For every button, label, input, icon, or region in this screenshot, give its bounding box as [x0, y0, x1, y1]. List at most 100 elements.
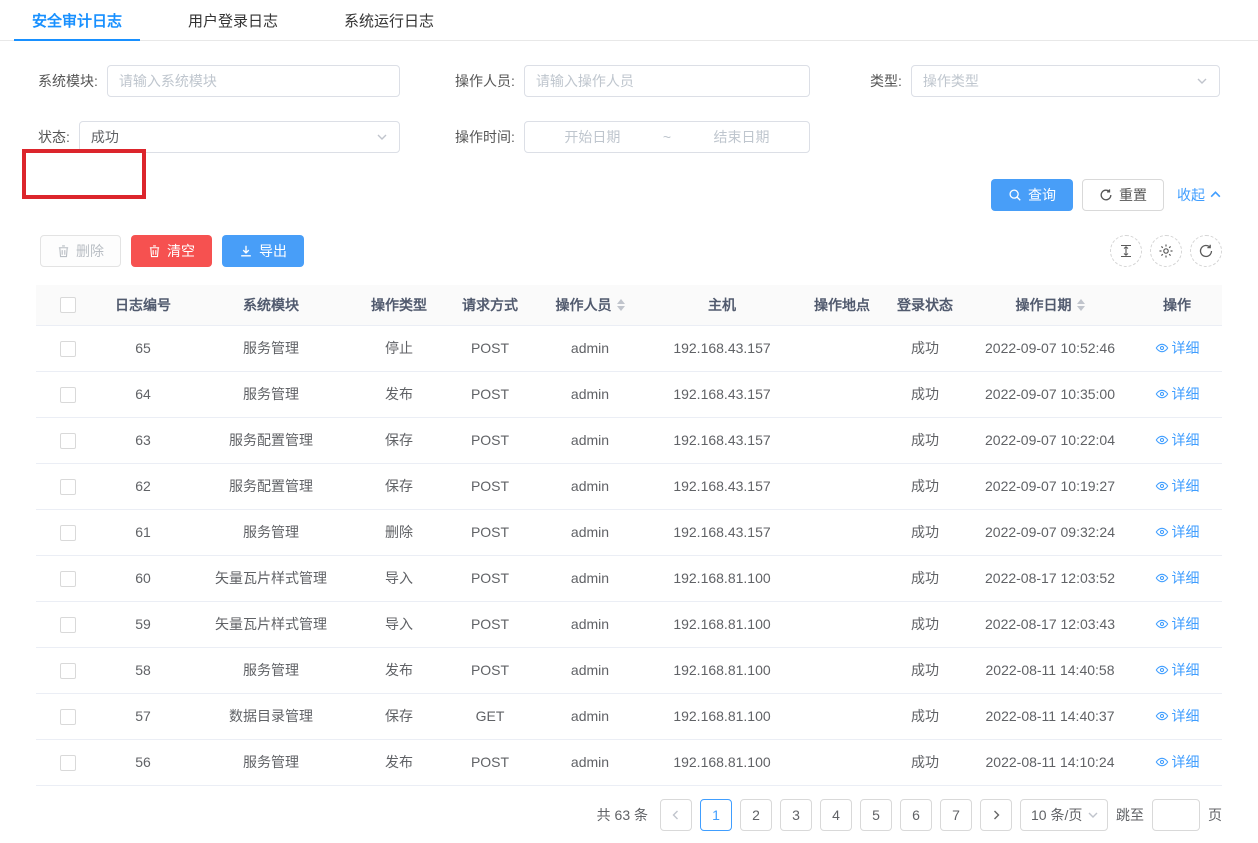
clear-button[interactable]: 清空: [131, 235, 212, 267]
row-checkbox[interactable]: [60, 479, 76, 495]
cell-location: [802, 601, 882, 647]
page-button-2[interactable]: 2: [740, 799, 772, 831]
detail-link[interactable]: 详细: [1155, 706, 1200, 726]
cell-id: 59: [100, 601, 186, 647]
status-label: 状态:: [38, 127, 70, 147]
cell-method: POST: [442, 601, 538, 647]
tab-system-run-log[interactable]: 系统运行日志: [326, 0, 452, 40]
status-select[interactable]: 成功: [79, 121, 400, 153]
column-header-label: 日志编号: [115, 295, 171, 315]
detail-link[interactable]: 详细: [1155, 752, 1200, 772]
page-button-1[interactable]: 1: [700, 799, 732, 831]
sort-icon[interactable]: [617, 299, 625, 311]
column-header-label: 操作地点: [814, 295, 870, 315]
page-button-5[interactable]: 5: [860, 799, 892, 831]
table-row: 58服务管理发布POSTadmin192.168.81.100成功2022-08…: [36, 647, 1222, 693]
delete-button[interactable]: 删除: [40, 235, 121, 267]
eye-icon: [1155, 571, 1169, 585]
chevron-right-icon: [990, 809, 1002, 821]
cell-host: 192.168.81.100: [642, 601, 802, 647]
cell-action: 详细: [1132, 325, 1222, 371]
row-checkbox[interactable]: [60, 663, 76, 679]
filter-system-module: 系统模块:: [38, 65, 400, 97]
detail-link[interactable]: 详细: [1155, 430, 1200, 450]
detail-link[interactable]: 详细: [1155, 384, 1200, 404]
cell-action: 详细: [1132, 601, 1222, 647]
cell-operator: admin: [538, 739, 642, 785]
type-select[interactable]: 操作类型: [911, 65, 1220, 97]
page-button-4[interactable]: 4: [820, 799, 852, 831]
detail-link[interactable]: 详细: [1155, 568, 1200, 588]
cell-method: POST: [442, 739, 538, 785]
cell-action: 详细: [1132, 371, 1222, 417]
row-checkbox[interactable]: [60, 387, 76, 403]
tab-security-audit-log[interactable]: 安全审计日志: [14, 0, 140, 40]
cell-action: 详细: [1132, 463, 1222, 509]
sort-icon[interactable]: [1077, 299, 1085, 311]
row-checkbox[interactable]: [60, 433, 76, 449]
detail-link[interactable]: 详细: [1155, 338, 1200, 358]
eye-icon: [1155, 709, 1169, 723]
eye-icon: [1155, 479, 1169, 493]
tab-user-login-log[interactable]: 用户登录日志: [170, 0, 296, 40]
collapse-link[interactable]: 收起: [1177, 185, 1222, 205]
filter-row-1: 系统模块: 操作人员: 类型: 操作类型: [38, 65, 1222, 97]
cell-op_type: 保存: [356, 417, 442, 463]
row-checkbox[interactable]: [60, 617, 76, 633]
row-checkbox-cell: [36, 463, 100, 509]
column-header-label: 主机: [708, 295, 736, 315]
eye-icon: [1155, 433, 1169, 447]
detail-link[interactable]: 详细: [1155, 522, 1200, 542]
cell-host: 192.168.43.157: [642, 463, 802, 509]
cell-module: 服务配置管理: [186, 463, 356, 509]
row-checkbox[interactable]: [60, 571, 76, 587]
log-table: 日志编号系统模块操作类型请求方式操作人员主机操作地点登录状态操作日期操作 65服…: [36, 285, 1222, 786]
page-button-6[interactable]: 6: [900, 799, 932, 831]
jump-page-input[interactable]: [1152, 799, 1200, 831]
row-density-button[interactable]: [1110, 235, 1142, 267]
export-button-label: 导出: [259, 241, 287, 261]
column-settings-button[interactable]: [1150, 235, 1182, 267]
cell-location: [802, 463, 882, 509]
detail-link[interactable]: 详细: [1155, 476, 1200, 496]
eye-icon: [1155, 755, 1169, 769]
refresh-table-button[interactable]: [1190, 235, 1222, 267]
table-row: 62服务配置管理保存POSTadmin192.168.43.157成功2022-…: [36, 463, 1222, 509]
reset-button-label: 重置: [1119, 185, 1147, 205]
page-button-3[interactable]: 3: [780, 799, 812, 831]
row-checkbox[interactable]: [60, 525, 76, 541]
row-checkbox-cell: [36, 325, 100, 371]
search-button[interactable]: 查询: [991, 179, 1073, 211]
clear-button-label: 清空: [167, 241, 195, 261]
date-range-picker[interactable]: 开始日期 ~ 结束日期: [524, 121, 810, 153]
operate-time-label: 操作时间:: [455, 127, 515, 147]
cell-op_type: 删除: [356, 509, 442, 555]
page-button-7[interactable]: 7: [940, 799, 972, 831]
detail-link[interactable]: 详细: [1155, 614, 1200, 634]
jump-label: 跳至: [1116, 805, 1144, 825]
column-header-operator[interactable]: 操作人员: [538, 285, 642, 325]
eye-icon: [1155, 341, 1169, 355]
cell-date: 2022-08-11 14:40:37: [968, 693, 1132, 739]
column-header-label: 操作人员: [556, 295, 612, 315]
row-checkbox[interactable]: [60, 341, 76, 357]
row-checkbox[interactable]: [60, 709, 76, 725]
table-row: 64服务管理发布POSTadmin192.168.43.157成功2022-09…: [36, 371, 1222, 417]
page-size-select[interactable]: 10 条/页: [1020, 799, 1108, 831]
pagination-total: 共 63 条: [597, 805, 648, 825]
cell-status: 成功: [882, 371, 968, 417]
system-module-input[interactable]: [119, 73, 388, 89]
operator-input[interactable]: [536, 73, 798, 89]
column-header-date[interactable]: 操作日期: [968, 285, 1132, 325]
reset-button[interactable]: 重置: [1082, 179, 1164, 211]
next-page-button[interactable]: [980, 799, 1012, 831]
select-all-checkbox[interactable]: [60, 297, 76, 313]
cell-operator: admin: [538, 555, 642, 601]
export-button[interactable]: 导出: [222, 235, 304, 267]
filter-status: 状态: 成功: [38, 121, 400, 153]
table-row: 56服务管理发布POSTadmin192.168.81.100成功2022-08…: [36, 739, 1222, 785]
detail-link[interactable]: 详细: [1155, 660, 1200, 680]
row-checkbox[interactable]: [60, 755, 76, 771]
table-row: 61服务管理删除POSTadmin192.168.43.157成功2022-09…: [36, 509, 1222, 555]
prev-page-button[interactable]: [660, 799, 692, 831]
